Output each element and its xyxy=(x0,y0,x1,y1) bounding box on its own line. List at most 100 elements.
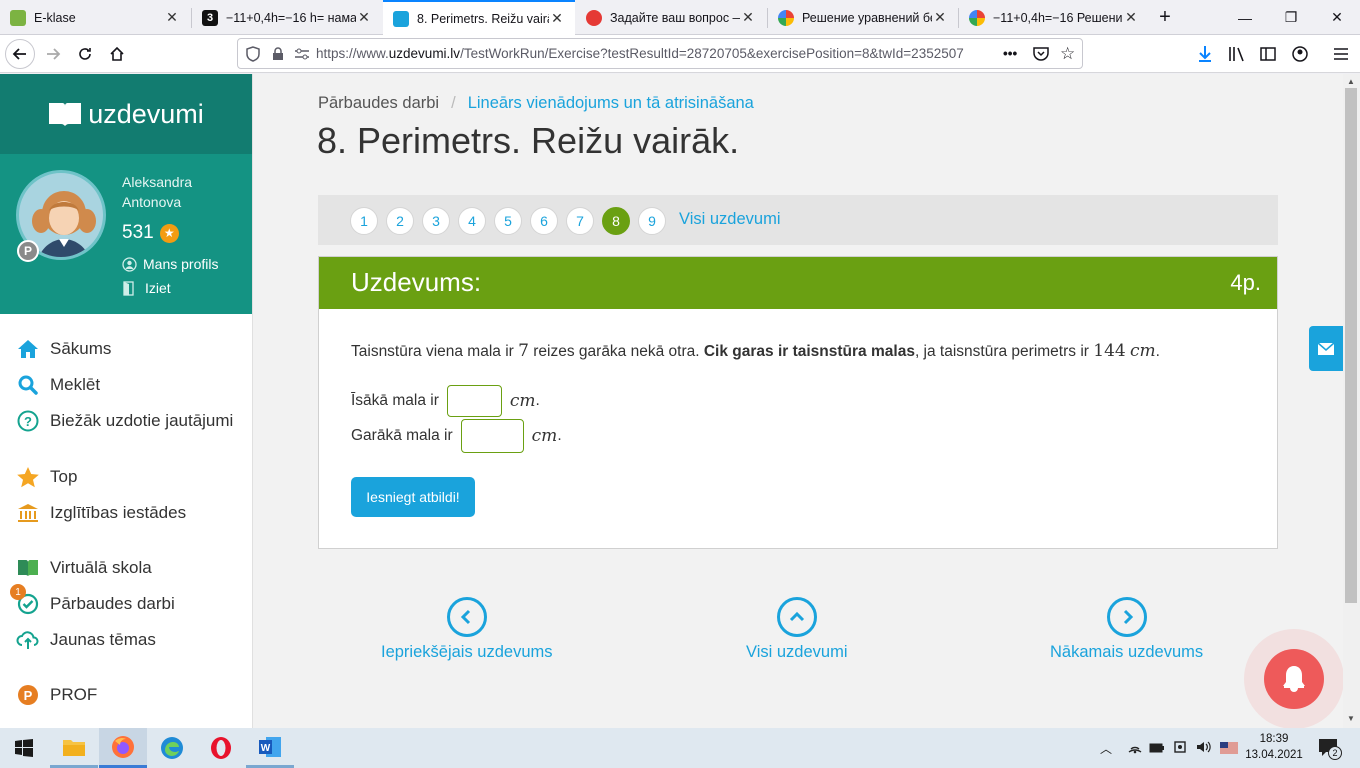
tab-znanija[interactable]: 3 −11+0,4h=−16 h= намаг ✕ xyxy=(192,0,382,35)
task-header-title: Uzdevums: xyxy=(351,267,482,297)
next-task-button[interactable] xyxy=(1107,597,1147,637)
sidebar-item-prof[interactable]: P PROF xyxy=(16,683,97,707)
all-tasks-link[interactable]: Visi uzdevumi xyxy=(679,210,781,229)
site-logo[interactable]: uzdevumi xyxy=(0,74,252,154)
eklase-favicon-icon xyxy=(10,9,26,26)
page-actions-icon[interactable]: ••• xyxy=(1003,46,1017,61)
all-tasks-bottom-link[interactable]: Visi uzdevumi xyxy=(746,643,848,662)
page-1-button[interactable]: 1 xyxy=(350,207,378,235)
home-button[interactable] xyxy=(102,39,132,69)
network-icon[interactable] xyxy=(1127,740,1143,759)
exercise-pager: 1 2 3 4 5 6 7 8 9 Visi uzdevumi xyxy=(318,195,1278,245)
breadcrumb-current[interactable]: Lineārs vienādojums un tā atrisināšana xyxy=(468,94,754,113)
sidebar-item-institutions[interactable]: Izglītības iestādes xyxy=(16,501,186,525)
start-button[interactable] xyxy=(0,728,48,768)
sidebar-item-search[interactable]: Meklēt xyxy=(16,373,100,397)
clock[interactable]: 18:39 13.04.2021 xyxy=(1244,731,1304,763)
page-8-button[interactable]: 8 xyxy=(602,207,630,235)
close-icon[interactable]: ✕ xyxy=(549,10,565,27)
reload-icon xyxy=(79,48,91,60)
sidebar-item-top[interactable]: Top xyxy=(16,465,77,489)
opera-taskbar-button[interactable] xyxy=(197,728,245,768)
check-icon: 1 xyxy=(10,584,40,616)
feedback-button[interactable] xyxy=(1309,326,1343,371)
account-button[interactable] xyxy=(1285,39,1315,69)
next-task-link[interactable]: Nākamais uzdevums xyxy=(1050,643,1203,662)
volume-icon[interactable] xyxy=(1196,740,1212,759)
scrollbar-thumb[interactable] xyxy=(1345,88,1357,603)
new-tab-button[interactable]: + xyxy=(1150,0,1180,35)
tab-solver-2[interactable]: −11+0,4h=−16 Решение ✕ xyxy=(959,0,1149,35)
scroll-down-arrow-icon[interactable]: ▼ xyxy=(1347,714,1355,723)
sidebar-toggle-button[interactable] xyxy=(1253,39,1283,69)
action-center-button[interactable]: 2 xyxy=(1318,738,1342,763)
reload-button[interactable] xyxy=(70,39,100,69)
lock-icon[interactable] xyxy=(268,46,288,61)
firefox-taskbar-button[interactable] xyxy=(99,728,147,768)
close-window-button[interactable]: ✕ xyxy=(1314,0,1360,35)
task-points: 4p. xyxy=(1230,270,1261,295)
forward-button[interactable] xyxy=(38,39,68,69)
file-explorer-button[interactable] xyxy=(50,728,98,768)
page-3-button[interactable]: 3 xyxy=(422,207,450,235)
page-5-button[interactable]: 5 xyxy=(494,207,522,235)
shield-icon[interactable] xyxy=(238,45,268,62)
device-icon[interactable] xyxy=(1173,740,1187,759)
tab-eklase[interactable]: E-klase ✕ xyxy=(0,0,190,35)
language-flag-icon[interactable] xyxy=(1220,741,1238,759)
battery-icon[interactable] xyxy=(1149,741,1165,759)
all-tasks-button[interactable] xyxy=(777,597,817,637)
restore-button[interactable]: ❐ xyxy=(1268,0,1314,35)
sidebar-item-new-topics[interactable]: Jaunas tēmas xyxy=(16,628,156,652)
page-2-button[interactable]: 2 xyxy=(386,207,414,235)
tray-chevron-up-icon[interactable]: ︿ xyxy=(1100,740,1112,757)
browser-tab-bar: E-klase ✕ 3 −11+0,4h=−16 h= намаг ✕ 8. P… xyxy=(0,0,1360,35)
scroll-up-arrow-icon[interactable]: ▲ xyxy=(1347,77,1355,86)
library-button[interactable] xyxy=(1222,39,1252,69)
task-card: Uzdevums: 4p. Taisnstūra viena mala ir 7… xyxy=(318,256,1278,549)
back-button[interactable] xyxy=(5,39,35,69)
back-arrow-icon xyxy=(12,48,26,60)
submit-answer-button[interactable]: Iesniegt atbildi! xyxy=(351,477,475,517)
page-6-button[interactable]: 6 xyxy=(530,207,558,235)
profile-link[interactable]: Mans profils xyxy=(122,256,218,272)
sidebar-item-faq[interactable]: ? Biežāk uzdotie jautājumi xyxy=(16,409,233,433)
word-taskbar-button[interactable]: W xyxy=(246,728,294,768)
solver-favicon-icon xyxy=(778,9,794,26)
url-bar[interactable]: https://www.uzdevumi.lv/TestWorkRun/Exer… xyxy=(237,38,1083,69)
close-icon[interactable]: ✕ xyxy=(740,9,756,26)
page-7-button[interactable]: 7 xyxy=(566,207,594,235)
sidebar-item-virtual-school[interactable]: Virtuālā skola xyxy=(16,556,152,580)
sidebar-item-home[interactable]: Sākums xyxy=(16,337,111,361)
pocket-icon[interactable] xyxy=(1032,45,1050,66)
close-icon[interactable]: ✕ xyxy=(356,9,372,26)
tab-solver-1[interactable]: Решение уравнений бе ✕ xyxy=(768,0,958,35)
sidebar-item-tests[interactable]: 1 Pārbaudes darbi xyxy=(10,584,175,616)
prof-badge-icon: P xyxy=(17,240,39,262)
folder-icon xyxy=(63,739,85,756)
bookmark-star-icon[interactable]: ☆ xyxy=(1060,44,1075,64)
long-side-input[interactable] xyxy=(460,419,524,453)
cloud-icon xyxy=(16,628,40,652)
close-icon[interactable]: ✕ xyxy=(932,9,948,26)
prev-task-button[interactable] xyxy=(447,597,487,637)
logout-link[interactable]: Iziet xyxy=(122,280,171,296)
page-title: 8. Perimetrs. Reižu vairāk. xyxy=(317,120,740,161)
page-4-button[interactable]: 4 xyxy=(458,207,486,235)
minimize-button[interactable]: — xyxy=(1222,0,1268,35)
short-side-input[interactable] xyxy=(446,385,502,417)
tab-uzdevumi[interactable]: 8. Perimetrs. Reižu vairāk. ✕ xyxy=(383,0,575,35)
page-9-button[interactable]: 9 xyxy=(638,207,666,235)
breadcrumb-root[interactable]: Pārbaudes darbi xyxy=(318,94,439,113)
close-icon[interactable]: ✕ xyxy=(164,9,180,26)
permissions-icon[interactable] xyxy=(288,47,316,61)
menu-button[interactable] xyxy=(1326,39,1356,69)
close-icon[interactable]: ✕ xyxy=(1123,9,1139,26)
prev-task-link[interactable]: Iepriekšējais uzdevums xyxy=(381,643,553,662)
forward-arrow-icon xyxy=(47,48,61,60)
downloads-button[interactable] xyxy=(1190,39,1220,69)
edge-taskbar-button[interactable] xyxy=(148,728,196,768)
tab-question[interactable]: Задайте ваш вопрос — ✕ xyxy=(576,0,766,35)
problem-text: Taisnstūra viena mala ir 7 reizes garāka… xyxy=(351,341,1160,361)
notification-bell-button[interactable] xyxy=(1264,649,1324,709)
